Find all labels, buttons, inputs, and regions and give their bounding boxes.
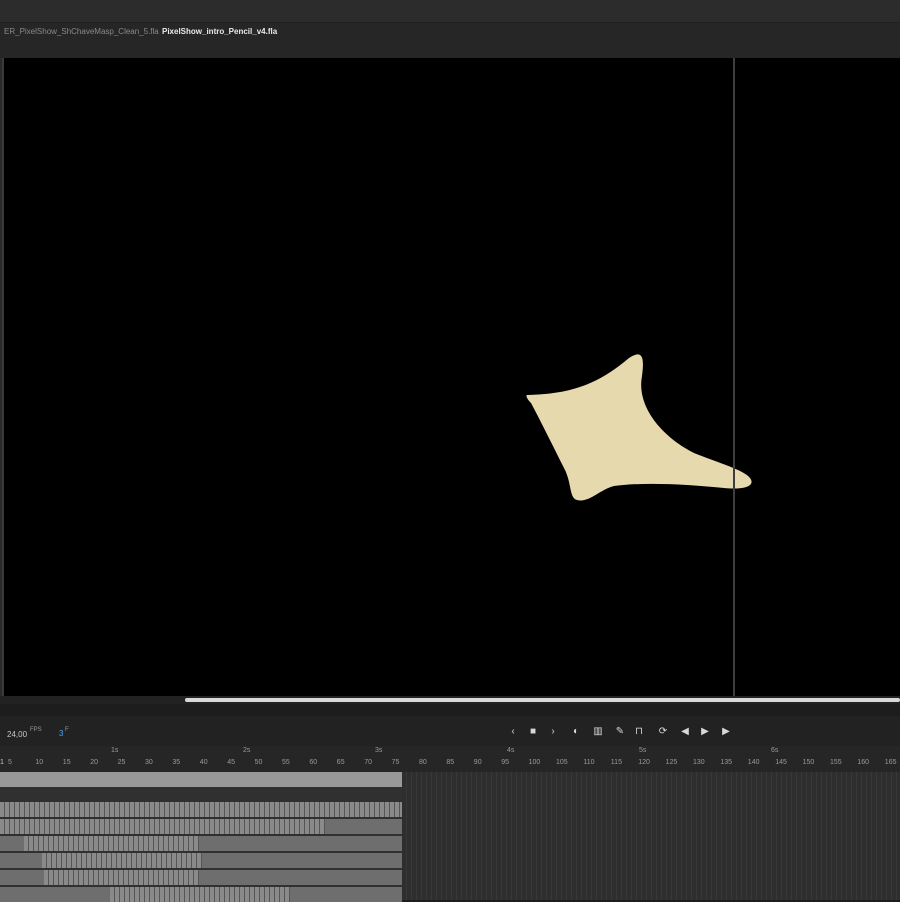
ruler-frame-label: 135	[720, 759, 733, 766]
frames-icon: ▥	[593, 726, 603, 737]
stage-boundary-line	[733, 58, 735, 696]
fps-label: FPS	[30, 727, 42, 733]
chevron-right-icon: ›	[551, 726, 555, 737]
title-band	[0, 0, 900, 23]
tab-document-2[interactable]: PixelShow_intro_Pencil_v4.fla	[158, 22, 281, 42]
camera-icon: ✎	[615, 726, 625, 737]
layer-row-2[interactable]	[0, 802, 402, 817]
ruler-frame-label: 30	[145, 759, 153, 766]
document-tab-bar: ER_PixelShow_ShChaveMasp_Clean_5.fla × Pi…	[0, 0, 900, 58]
play-button[interactable]: ▶	[699, 726, 711, 738]
ruler-frame-label: 100	[528, 759, 541, 766]
ruler-frame-label: 90	[473, 759, 482, 766]
ruler-frame-label: 155	[830, 759, 842, 766]
ruler-frame-label: 165	[884, 759, 897, 766]
loop-button[interactable]: ⟳	[657, 726, 669, 738]
ruler-frame-label: 75	[391, 759, 400, 766]
ruler-frame-label: 35	[172, 759, 181, 766]
loop-icon: ⟳	[658, 726, 668, 737]
empty-frames-grid[interactable]	[402, 772, 900, 900]
step-back-button[interactable]: ◀	[679, 726, 691, 738]
ruler-frame-label: 40	[199, 759, 208, 766]
next-frame-button[interactable]: ›	[547, 726, 559, 738]
ruler-frame-label: 15	[62, 759, 71, 766]
ruler-frame-label: 120	[638, 759, 650, 766]
center-frame-icon: ⊓	[635, 726, 643, 737]
tab-document-1[interactable]: ER_PixelShow_ShChaveMasp_Clean_5.fla ×	[0, 22, 177, 42]
cream-shape[interactable]	[4, 58, 900, 696]
prev-frame-button[interactable]: ‹	[507, 726, 519, 738]
ruler-frame-label: 60	[309, 759, 318, 766]
stop-button[interactable]: ■	[527, 726, 539, 738]
ruler-frame-label: 65	[336, 759, 345, 766]
stage-area	[0, 58, 900, 698]
ruler-frame-label: 5	[8, 759, 12, 766]
layer-row-3-tail[interactable]	[325, 819, 402, 834]
ruler-frame-label: 50	[254, 759, 263, 766]
ruler-frame-label: 110	[583, 759, 595, 766]
tab-label: PixelShow_intro_Pencil_v4.fla	[162, 27, 278, 36]
ruler-second-label: 6s	[771, 747, 779, 754]
ruler-second-label: 5s	[639, 747, 647, 754]
center-frame-button[interactable]: ⊓	[633, 726, 645, 738]
stop-icon: ■	[529, 726, 537, 737]
scrollbar-thumb[interactable]	[185, 698, 900, 702]
ruler-frame-label: 140	[747, 759, 760, 766]
ruler-frame-label: 95	[501, 759, 509, 766]
shape-path	[526, 354, 752, 501]
ruler-second-label: 4s	[507, 747, 515, 754]
edit-multiple-frames-button[interactable]: ▥	[592, 726, 604, 738]
ruler-frame-label: 105	[556, 759, 568, 766]
ruler-frame-label: 45	[227, 759, 235, 766]
play-icon: ▶	[701, 726, 709, 737]
stage-horizontal-scrollbar[interactable]	[0, 696, 900, 704]
step-back-icon: ◀	[681, 726, 689, 737]
ruler-second-label: 3s	[375, 747, 383, 754]
ruler-frame-label: 130	[693, 759, 705, 766]
layer-row-1[interactable]	[0, 772, 402, 787]
ruler-frame-label: 10	[35, 759, 44, 766]
playhead-frame-label[interactable]: 1	[0, 759, 4, 766]
ruler-second-label: 2s	[243, 747, 251, 754]
layer-row-5-keys[interactable]	[42, 853, 202, 868]
ruler-frame-label: 70	[364, 759, 372, 766]
chevron-left-icon: ‹	[511, 726, 515, 737]
timeline-controls: 24,00 FPS 3 F ‹ ■ › ◐ ▥ ✎ ⊓ ⟳ ◀ ▶ ▶	[0, 716, 900, 746]
ruler-frame-label: 150	[802, 759, 815, 766]
step-forward-button[interactable]: ▶	[720, 726, 732, 738]
ruler-second-label: 1s	[111, 747, 119, 754]
layer-row-6-keys[interactable]	[44, 870, 199, 885]
camera-button[interactable]: ✎	[614, 726, 626, 738]
layer-row-3[interactable]	[0, 819, 325, 834]
timeline-ruler[interactable]: 1 1s 2s 3s 4s 5s 6s 5 10 15 20 25 30 35 40 45 50 55 60 65…	[0, 746, 900, 772]
frame-label: F	[65, 727, 69, 733]
step-forward-icon: ▶	[722, 726, 730, 737]
layer-row-4-keys[interactable]	[24, 836, 199, 851]
ruler-frame-label: 20	[90, 759, 98, 766]
ruler-frame-label: 160	[857, 759, 870, 766]
onion-skin-icon: ◐	[572, 726, 580, 737]
ruler-frame-label: 55	[282, 759, 290, 766]
current-frame-value[interactable]: 3	[59, 729, 63, 738]
stage-canvas[interactable]	[4, 58, 900, 696]
ruler-frame-label: 25	[117, 759, 126, 766]
timeline-tracks[interactable]	[0, 772, 900, 902]
ruler-frame-label: 85	[446, 759, 455, 766]
tab-label: ER_PixelShow_ShChaveMasp_Clean_5.fla	[4, 27, 159, 36]
onion-skin-button[interactable]: ◐	[570, 726, 582, 738]
ruler-frame-label: 145	[775, 759, 787, 766]
ruler-frame-label: 80	[419, 759, 427, 766]
fps-value[interactable]: 24,00	[7, 730, 27, 739]
ruler-frame-label: 125	[665, 759, 678, 766]
ruler-frame-label: 115	[610, 759, 622, 766]
